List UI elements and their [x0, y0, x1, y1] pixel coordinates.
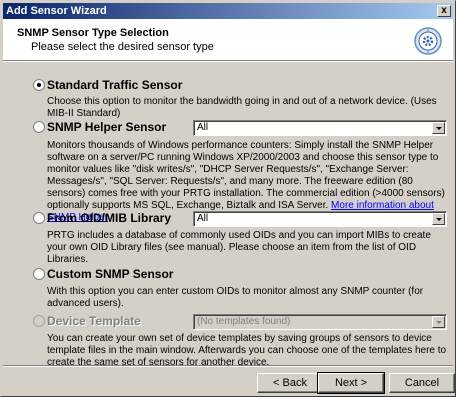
radio-custom-snmp[interactable]: [33, 268, 45, 280]
page-title: SNMP Sensor Type Selection: [17, 27, 169, 39]
chevron-down-icon[interactable]: [432, 122, 445, 134]
option-label-oid-mib-library[interactable]: From OID/MIB Library: [47, 211, 171, 225]
wizard-gear-icon: [414, 27, 442, 55]
radio-snmp-helper[interactable]: [33, 121, 45, 133]
window-title: Add Sensor Wizard: [6, 5, 107, 17]
option-desc-oid-mib-library: PRTG includes a database of commonly use…: [47, 230, 431, 265]
chevron-down-icon: [432, 316, 445, 328]
title-bar[interactable]: Add Sensor Wizard x: [3, 3, 453, 19]
oid-library-select[interactable]: All: [193, 211, 447, 227]
option-label-snmp-helper[interactable]: SNMP Helper Sensor: [47, 120, 166, 134]
option-label-custom-snmp[interactable]: Custom SNMP Sensor: [47, 267, 173, 281]
wizard-header: SNMP Sensor Type Selection Please select…: [3, 19, 453, 60]
back-button[interactable]: < Back: [257, 373, 323, 393]
cancel-button[interactable]: Cancel: [389, 373, 455, 393]
option-label-device-template: Device Template: [47, 314, 141, 328]
option-desc-device-template: You can create your own set of device te…: [47, 333, 447, 368]
radio-oid-mib-library[interactable]: [33, 212, 45, 224]
close-icon: x: [441, 5, 447, 16]
radio-device-template: [33, 315, 45, 327]
option-desc-custom-snmp: With this option you can enter custom OI…: [47, 286, 424, 309]
snmp-helper-select[interactable]: All: [193, 120, 447, 136]
device-template-select-value: (No templates found): [197, 316, 291, 327]
device-template-select: (No templates found): [193, 314, 447, 330]
wizard-window: Add Sensor Wizard x SNMP Sensor Type Sel…: [0, 0, 456, 397]
radio-standard-traffic[interactable]: [33, 79, 45, 91]
option-label-standard-traffic[interactable]: Standard Traffic Sensor: [47, 78, 182, 92]
oid-library-select-value: All: [197, 213, 209, 224]
page-subtitle: Please select the desired sensor type: [31, 41, 214, 53]
snmp-helper-select-value: All: [197, 122, 209, 133]
option-desc-standard-traffic: Choose this option to monitor the bandwi…: [47, 96, 437, 119]
header-divider: [3, 60, 453, 62]
footer-divider: [3, 365, 453, 367]
next-button[interactable]: Next >: [317, 372, 385, 394]
chevron-down-icon[interactable]: [432, 213, 445, 225]
close-button[interactable]: x: [437, 5, 451, 17]
